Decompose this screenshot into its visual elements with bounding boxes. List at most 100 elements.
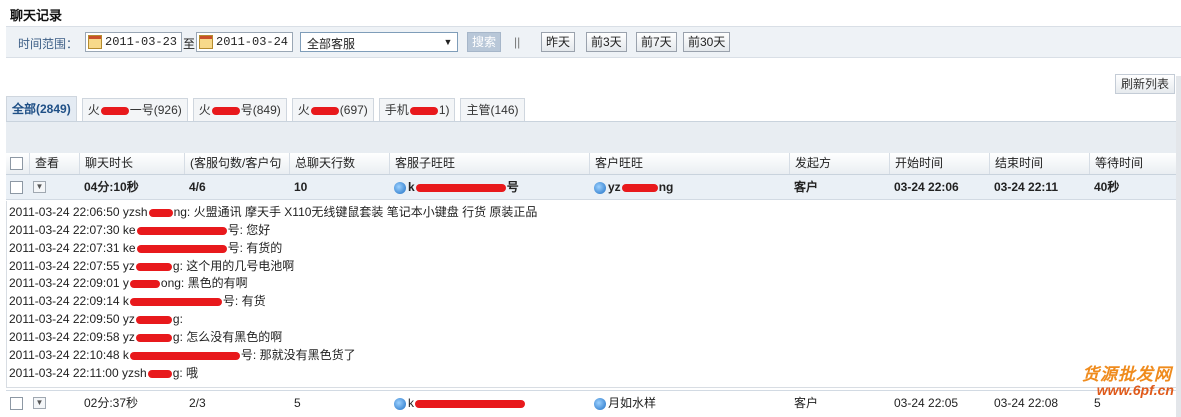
chat-message: 2011-03-24 22:11:00 yzsh g: 哦 (9, 365, 198, 382)
chat-message: 2011-03-24 22:09:14 k 号: 有货 (9, 293, 266, 310)
last-7-days-button[interactable]: 前7天 (636, 32, 677, 52)
yesterday-button[interactable]: 昨天 (541, 32, 576, 52)
redaction-mark (415, 183, 506, 192)
calendar-icon[interactable] (199, 35, 213, 49)
chat-transcript: 2011-03-24 22:06:50 yzsh ng: 火盟通讯 摩天手 X11… (6, 201, 1181, 388)
chat-message-part: k (122, 348, 129, 362)
chat-message-part: 2011-03-24 22:11:00 (9, 366, 119, 380)
chat-message: 2011-03-24 22:10:48 k 号: 那就没有黑色货了 (9, 347, 356, 364)
redaction-mark (621, 183, 658, 192)
sentence-ratio: 4/6 (189, 180, 206, 194)
time-range-label: 时间范围： (18, 37, 79, 51)
search-button[interactable]: 搜索 (467, 32, 501, 52)
chat-message-part: 有货 (241, 294, 266, 308)
customer-suffix: ng (658, 180, 674, 194)
col-end-time[interactable]: 结束时间 (989, 153, 1043, 174)
start-time: 03-24 22:05 (894, 396, 959, 410)
wangwang-icon[interactable] (394, 181, 406, 194)
chat-message-part: 黑色的有啊 (187, 276, 248, 290)
col-total-lines[interactable]: 总聊天行数 (289, 153, 355, 174)
expand-toggle-icon[interactable]: ▼ (33, 397, 46, 409)
redaction-mark (310, 106, 339, 115)
watermark: 货源批发网 www.6pf.cn (1068, 360, 1178, 408)
table-row[interactable]: ▼ 02分:37秒 2/3 5 k 月如水样 客户 03-24 22:05 03… (6, 390, 1181, 415)
tab-count: 1) (438, 103, 450, 117)
to-label: 至 (183, 37, 196, 51)
refresh-list-button[interactable]: 刷新列表 (1115, 74, 1176, 94)
chat-message-part: 那就没有黑色货了 (259, 348, 356, 362)
tab-mobile[interactable]: 手机 1) (378, 98, 456, 121)
tab-count: 一号(926) (129, 103, 182, 117)
col-agent[interactable]: 客服子旺旺 (389, 153, 455, 174)
tab-bar: 全部(2849) 火 一号(926) 火 号(849) 火 (697) 手机 1) 主管… (6, 96, 530, 122)
watermark-url: www.6pf.cn (1096, 382, 1174, 398)
select-all-checkbox[interactable] (10, 157, 23, 170)
col-initiator[interactable]: 发起方 (789, 153, 831, 174)
customer-wangwang[interactable]: 月如水样 (589, 391, 656, 415)
tab-count: 号(849) (240, 103, 281, 117)
row-checkbox[interactable] (10, 181, 23, 194)
duration: 02分:37秒 (84, 396, 139, 410)
tab-all[interactable]: 全部(2849) (6, 96, 77, 121)
wangwang-icon[interactable] (594, 181, 606, 194)
customer-wangwang[interactable]: yz ng (589, 175, 673, 199)
chat-message-part: yz (122, 259, 135, 273)
chat-message-part: 号: (227, 241, 243, 255)
chat-message-part: 2011-03-24 22:07:31 (9, 241, 120, 255)
col-customer[interactable]: 客户旺旺 (589, 153, 643, 174)
col-start-time[interactable]: 开始时间 (889, 153, 943, 174)
expand-toggle-icon[interactable]: ▼ (33, 181, 46, 193)
agent-wangwang[interactable]: k (389, 391, 526, 415)
end-date-input[interactable]: 2011-03-24 (196, 32, 294, 52)
agent-name: k (408, 396, 414, 410)
redaction-mark (129, 297, 222, 306)
chat-message-part: 火盟通讯 摩天手 X110无线键鼠套装 笔记本小键盘 行货 原装正品 (193, 205, 538, 219)
wangwang-icon[interactable] (594, 397, 606, 410)
agent-select[interactable]: 全部客服 ▼ (300, 32, 458, 52)
last-3-days-button[interactable]: 前3天 (586, 32, 627, 52)
tab-supervisor[interactable]: 主管(146) (460, 98, 525, 121)
chat-message-part: y (122, 276, 129, 290)
agent-wangwang[interactable]: k号 (389, 175, 519, 199)
agent-suffix: 号 (506, 180, 519, 194)
tab-label: 手机 (384, 103, 409, 117)
chat-message-part: ke (122, 223, 136, 237)
row-checkbox[interactable] (10, 397, 23, 410)
col-duration[interactable]: 聊天时长 (79, 153, 133, 174)
end-time: 03-24 22:08 (994, 396, 1059, 410)
table-row[interactable]: ▼ 04分:10秒 4/6 10 k号 yz ng 客户 03-24 22:06 … (6, 175, 1181, 200)
tab-label: 火 (198, 103, 211, 117)
page-title: 聊天记录 (10, 8, 63, 23)
tab-label: 火 (297, 103, 310, 117)
chat-message-part: 2011-03-24 22:06:50 (9, 205, 120, 219)
chat-message-part: g: (172, 330, 183, 344)
redaction-mark (135, 315, 172, 324)
filter-bar: 时间范围： 2011-03-23 至 2011-03-24 全部客服 ▼ 搜索 … (6, 26, 1181, 58)
agent-select-value: 全部客服 (307, 37, 356, 51)
end-date-value: 2011-03-24 (216, 35, 289, 49)
chat-message-part: 2011-03-24 22:10:48 (9, 348, 120, 362)
initiator: 客户 (794, 396, 819, 410)
wangwang-icon[interactable] (394, 397, 406, 410)
col-wait-time[interactable]: 等待时间 (1089, 153, 1143, 174)
start-date-input[interactable]: 2011-03-23 (85, 32, 183, 52)
redaction-mark (135, 333, 172, 342)
tab-account-1[interactable]: 火 一号(926) (81, 98, 188, 121)
chat-message: 2011-03-24 22:07:30 ke 号: 您好 (9, 222, 270, 239)
tab-account-2[interactable]: 火 号(849) (192, 98, 287, 121)
chat-message-part: 2011-03-24 22:09:58 (9, 330, 120, 344)
chat-message-part: yz (122, 312, 135, 326)
tab-account-3[interactable]: 火 (697) (291, 98, 374, 121)
calendar-icon[interactable] (88, 35, 102, 49)
table-toolbar (6, 121, 1181, 155)
chat-message-part: ke (122, 241, 136, 255)
last-30-days-button[interactable]: 前30天 (683, 32, 731, 52)
sentence-ratio: 2/3 (189, 396, 206, 410)
col-sentence-ratio[interactable]: (客服句数/客户句 (184, 153, 281, 174)
col-view[interactable]: 查看 (29, 153, 59, 174)
redaction-mark (147, 369, 172, 378)
chat-message: 2011-03-24 22:09:50 yz g: (9, 311, 183, 328)
chat-message-part: 怎么没有黑色的啊 (186, 330, 283, 344)
chevron-down-icon[interactable]: ▼ (441, 34, 455, 50)
total-lines: 10 (294, 180, 308, 194)
